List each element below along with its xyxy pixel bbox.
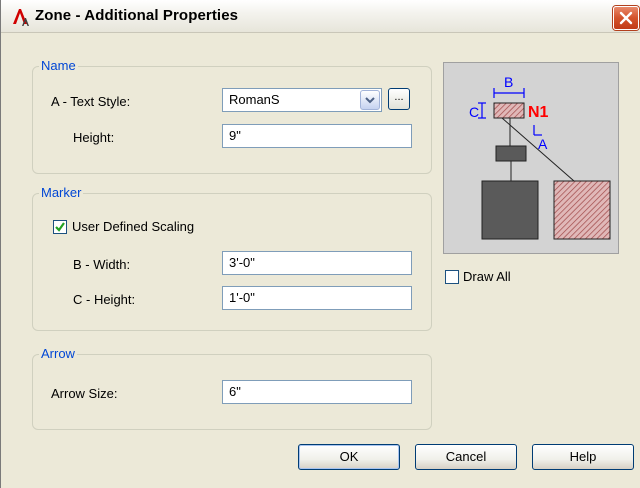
- marker-group-label: Marker: [39, 185, 84, 201]
- text-style-dropdown-button[interactable]: [360, 90, 380, 110]
- text-style-combo[interactable]: RomanS: [222, 88, 382, 112]
- marker-width-label: B - Width:: [73, 257, 131, 272]
- help-button-label: Help: [569, 449, 597, 464]
- zone-marker-preview: B C N1 A: [443, 62, 619, 254]
- marker-width-input[interactable]: 3'-0": [222, 251, 412, 275]
- name-height-input[interactable]: 9": [222, 124, 412, 148]
- title-bar[interactable]: Zone - Additional Properties: [1, 0, 640, 33]
- draw-all-checkbox[interactable]: [445, 270, 459, 284]
- user-defined-scaling-label[interactable]: User Defined Scaling: [72, 219, 194, 235]
- chevron-down-icon: [365, 97, 375, 104]
- browse-text-style-button[interactable]: ...: [388, 88, 410, 110]
- preview-label-n1: N1: [528, 104, 549, 121]
- preview-label-c: C: [469, 104, 479, 120]
- ok-button[interactable]: OK: [298, 444, 400, 470]
- close-button[interactable]: [613, 6, 639, 30]
- user-defined-scaling-checkbox[interactable]: [53, 220, 67, 234]
- help-button[interactable]: Help: [532, 444, 634, 470]
- cancel-button[interactable]: Cancel: [415, 444, 517, 470]
- name-height-value: 9": [229, 128, 241, 143]
- name-height-label: Height:: [73, 130, 115, 145]
- arrow-size-input[interactable]: 6": [222, 380, 412, 404]
- marker-height-input[interactable]: 1'-0": [222, 286, 412, 310]
- marker-width-value: 3'-0": [229, 255, 255, 270]
- ok-button-label: OK: [339, 449, 359, 464]
- dialog-title: Zone - Additional Properties: [35, 7, 239, 24]
- text-style-label: A - Text Style:: [51, 94, 131, 109]
- preview-label-b: B: [504, 74, 513, 90]
- dialog-window: Zone - Additional Properties Name A - Te…: [0, 0, 640, 488]
- checkmark-icon: [55, 222, 65, 232]
- arrow-size-value: 6": [229, 384, 241, 399]
- close-icon: [619, 11, 633, 25]
- marker-height-value: 1'-0": [229, 290, 255, 305]
- text-style-value: RomanS: [229, 92, 280, 107]
- browse-button-label: ...: [394, 91, 404, 103]
- marker-height-label: C - Height:: [73, 292, 136, 307]
- arrow-group-label: Arrow: [39, 346, 77, 362]
- draw-all-label[interactable]: Draw All: [463, 269, 511, 285]
- autocad-icon: [13, 9, 29, 26]
- cancel-button-label: Cancel: [445, 449, 487, 464]
- arrow-size-label: Arrow Size:: [51, 386, 118, 401]
- name-group: Name: [32, 58, 432, 174]
- zone-marker-diagram: B C N1 A: [469, 74, 611, 240]
- preview-label-a: A: [538, 136, 548, 152]
- name-group-label: Name: [39, 58, 78, 74]
